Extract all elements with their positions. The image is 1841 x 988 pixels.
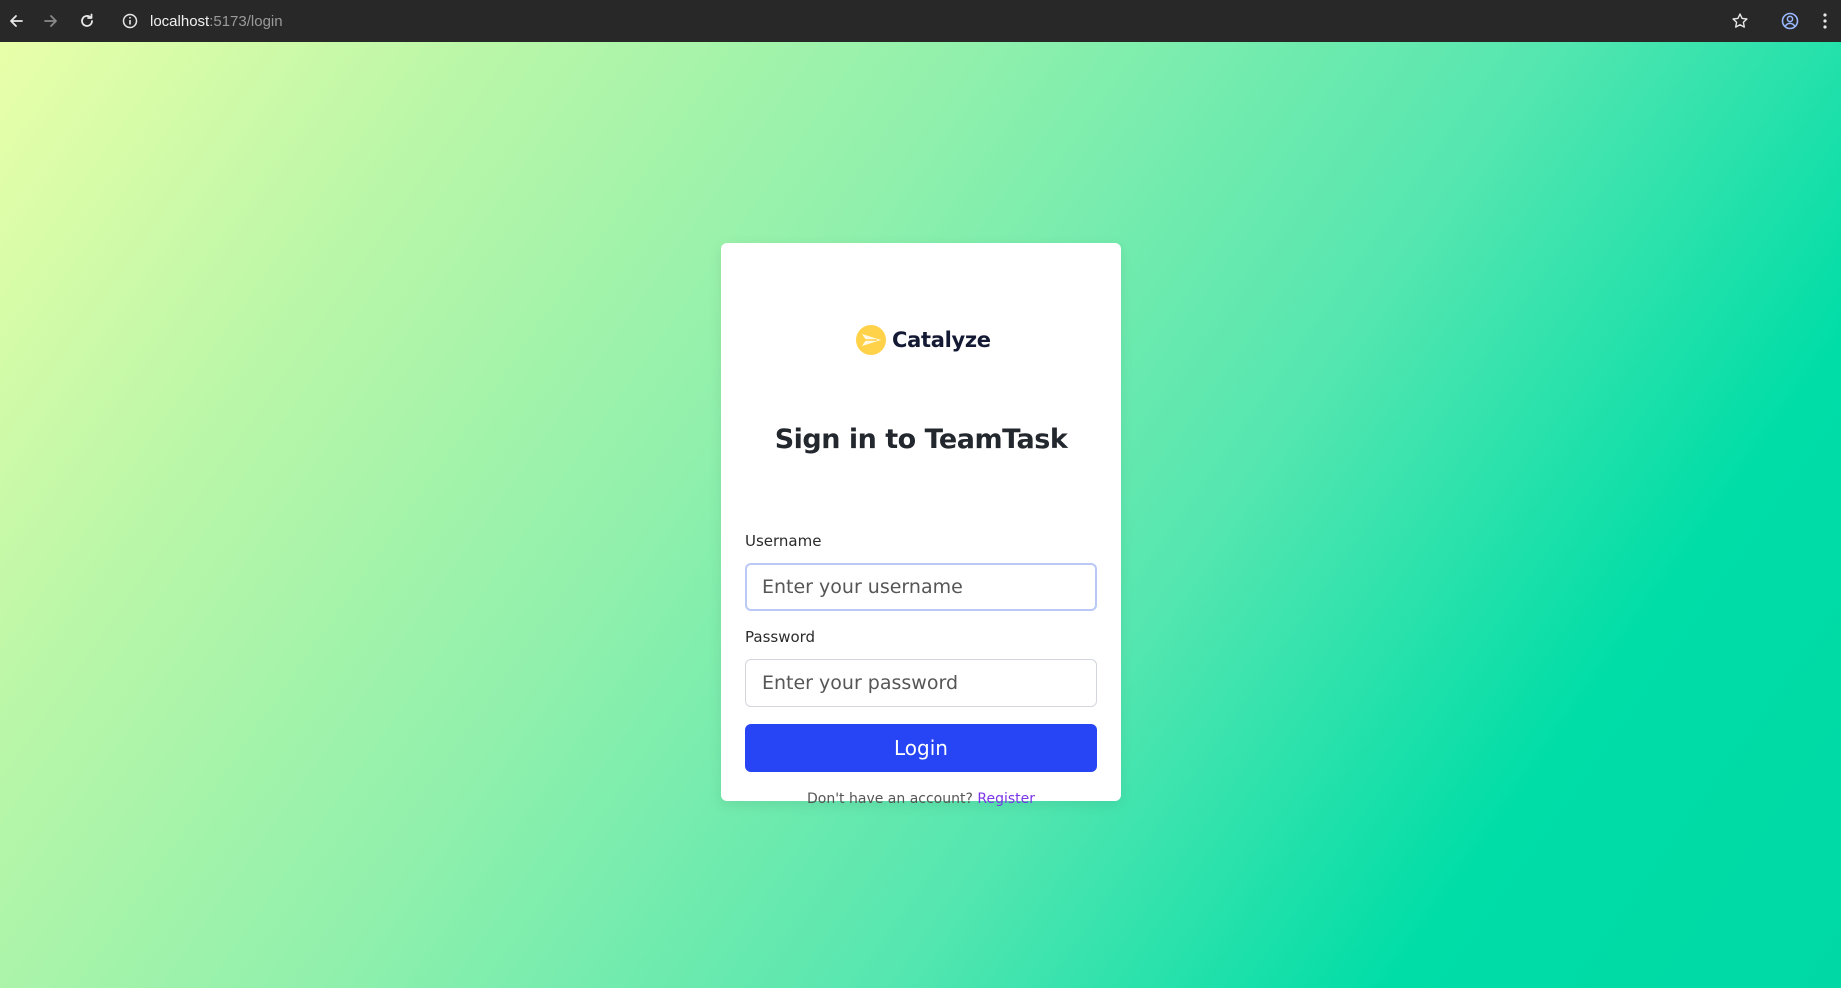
page-title: Sign in to TeamTask: [774, 424, 1068, 455]
password-input[interactable]: [745, 659, 1097, 707]
address-bar[interactable]: localhost:5173/login: [120, 4, 1760, 38]
url-text: localhost:5173/login: [150, 13, 283, 30]
url-path: :5173/login: [209, 12, 283, 30]
bookmark-star-icon[interactable]: [1727, 8, 1753, 34]
register-prompt-line: Don't have an account? Register: [721, 791, 1121, 807]
menu-dots-icon[interactable]: [1812, 8, 1838, 34]
back-arrow-icon[interactable]: [4, 9, 28, 33]
reload-icon[interactable]: [75, 9, 99, 33]
catalyze-logo-icon: [856, 325, 886, 355]
password-label: Password: [745, 628, 816, 646]
browser-toolbar: localhost:5173/login: [0, 0, 1841, 42]
brand-name: Catalyze: [892, 328, 991, 352]
url-host: localhost: [150, 12, 210, 30]
username-label: Username: [745, 532, 822, 550]
register-prompt-text: Don't have an account?: [806, 791, 973, 807]
login-card: Catalyze Sign in to TeamTask Username Pa…: [721, 243, 1121, 807]
site-info-icon[interactable]: [120, 11, 140, 31]
profile-icon[interactable]: [1777, 8, 1803, 34]
login-button[interactable]: Login: [745, 724, 1097, 772]
register-link[interactable]: Register: [977, 791, 1035, 807]
forward-arrow-icon[interactable]: [39, 9, 63, 33]
page-background: Catalyze Sign in to TeamTask Username Pa…: [0, 42, 1841, 988]
username-input[interactable]: [745, 563, 1097, 611]
brand-logo: Catalyze: [855, 323, 991, 357]
